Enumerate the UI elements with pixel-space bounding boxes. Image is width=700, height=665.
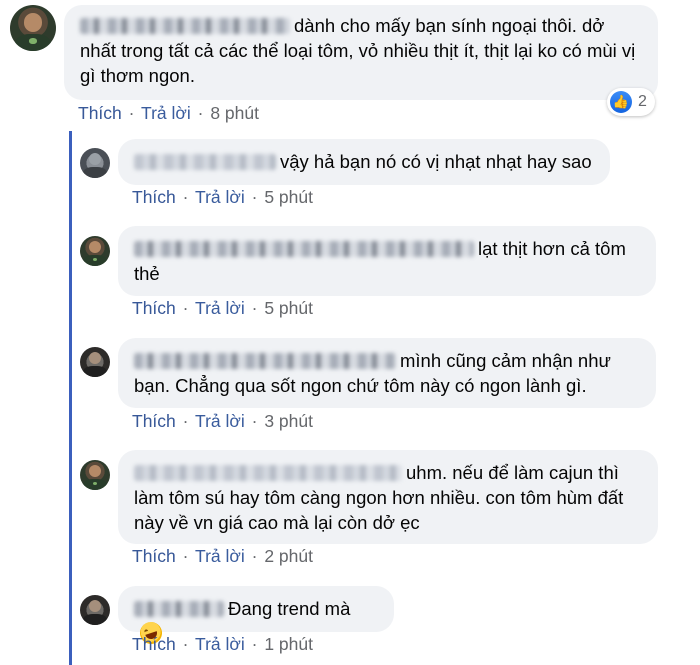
comment-bubble: uhm. nếu để làm cajun thì làm tôm sú hay… (118, 450, 658, 544)
comment-time[interactable]: 5 phút (264, 187, 313, 207)
blurred-author-name[interactable] (134, 241, 474, 257)
comment-time[interactable]: 1 phút (264, 634, 313, 654)
blurred-author-name[interactable] (134, 465, 402, 481)
blurred-author-name[interactable] (80, 18, 290, 34)
comment-actions: Thích · Trả lời · 3 phút (132, 411, 313, 432)
comment-text: Đang trend mà (228, 598, 351, 619)
reply-link[interactable]: Trả lời (195, 187, 245, 207)
reply-thread-line (69, 131, 72, 665)
reply-link[interactable]: Trả lời (195, 298, 245, 318)
separator-dot: · (128, 103, 135, 123)
like-link[interactable]: Thích (132, 187, 176, 207)
comment-bubble: vậy hả bạn nó có vị nhạt nhạt hay sao (118, 139, 610, 185)
comment-time[interactable]: 3 phút (264, 411, 313, 431)
comment-actions: Thích · Trả lời · 5 phút (132, 187, 313, 208)
comment-time[interactable]: 2 phút (264, 546, 313, 566)
like-link[interactable]: Thích (132, 634, 176, 654)
comment-bubble: lạt thịt hơn cả tôm thẻ (118, 226, 656, 296)
reply-link[interactable]: Trả lời (141, 103, 191, 123)
avatar[interactable] (80, 236, 110, 266)
separator-dot: · (251, 187, 258, 207)
like-link[interactable]: Thích (78, 103, 122, 123)
comment-bubble: Đang trend mà (118, 586, 394, 647)
separator-dot: · (182, 298, 189, 318)
avatar[interactable] (80, 460, 110, 490)
avatar[interactable] (80, 148, 110, 178)
comment-actions: Thích · Trả lời · 5 phút (132, 298, 313, 319)
avatar[interactable] (80, 595, 110, 625)
separator-dot: · (251, 411, 258, 431)
separator-dot: · (251, 298, 258, 318)
reaction-number: 2 (638, 93, 647, 110)
reply-link[interactable]: Trả lời (195, 411, 245, 431)
separator-dot: · (182, 411, 189, 431)
avatar[interactable] (80, 347, 110, 377)
comment-time[interactable]: 5 phút (264, 298, 313, 318)
reaction-count[interactable]: 👍 2 (607, 88, 655, 116)
like-link[interactable]: Thích (132, 298, 176, 318)
blurred-author-name[interactable] (134, 601, 224, 617)
separator-dot: · (182, 634, 189, 654)
reply-link[interactable]: Trả lời (195, 546, 245, 566)
blurred-author-name[interactable] (134, 154, 276, 170)
separator-dot: · (251, 634, 258, 654)
separator-dot: · (182, 187, 189, 207)
thumbs-up-icon: 👍 (610, 91, 632, 113)
comment-time[interactable]: 8 phút (210, 103, 259, 123)
separator-dot: · (182, 546, 189, 566)
comment-actions: Thích · Trả lời · 2 phút (132, 546, 313, 567)
comment-actions: Thích · Trả lời · 8 phút (78, 103, 259, 124)
blurred-author-name[interactable] (134, 353, 396, 369)
separator-dot: · (251, 546, 258, 566)
like-link[interactable]: Thích (132, 411, 176, 431)
separator-dot: · (197, 103, 204, 123)
comment-actions: Thích · Trả lời · 1 phút (132, 634, 313, 655)
comment-text: vậy hả bạn nó có vị nhạt nhạt hay sao (280, 151, 592, 172)
comment-bubble: mình cũng cảm nhận như bạn. Chẳng qua số… (118, 338, 656, 408)
comment-bubble: dành cho mấy bạn sính ngoại thôi. dở nhấ… (64, 5, 658, 100)
reply-link[interactable]: Trả lời (195, 634, 245, 654)
like-link[interactable]: Thích (132, 546, 176, 566)
avatar[interactable] (10, 5, 56, 51)
